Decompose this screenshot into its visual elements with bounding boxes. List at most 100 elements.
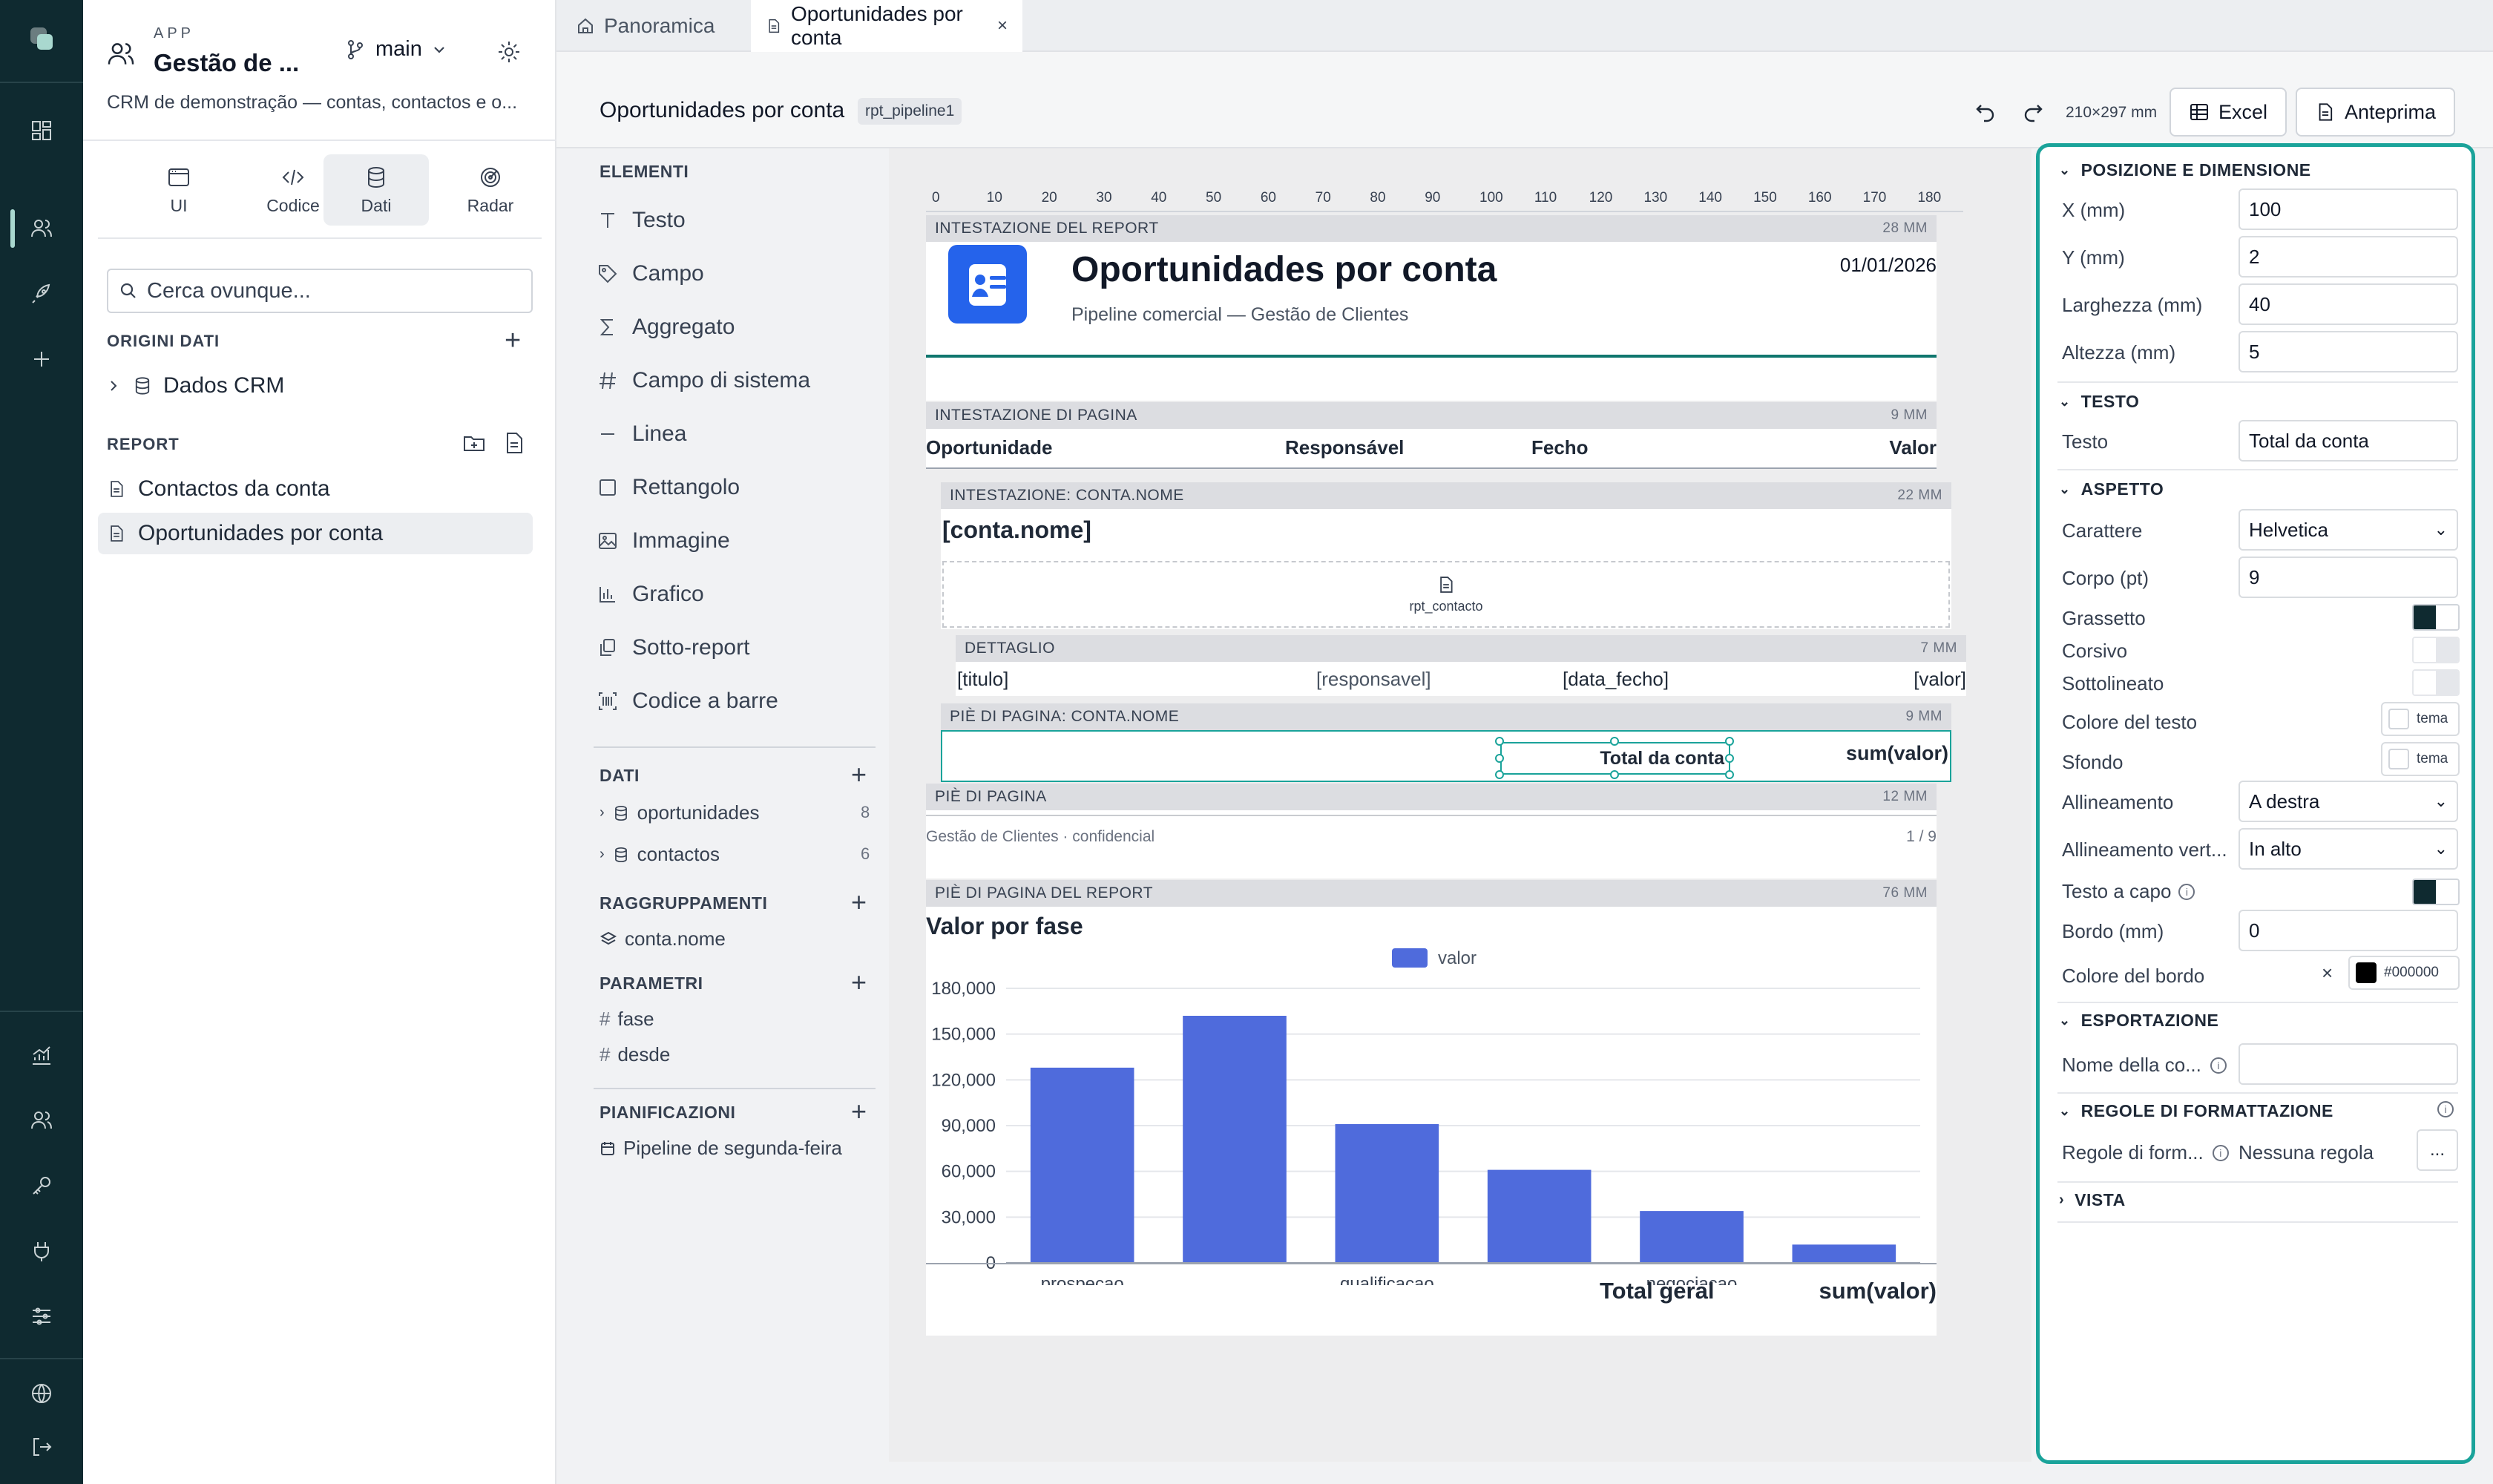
colname-input[interactable] xyxy=(2239,1043,2458,1085)
element-subreport[interactable]: Sotto-report xyxy=(597,635,749,660)
element-barcode[interactable]: Codice a barre xyxy=(597,689,778,714)
dataset-oportunidades[interactable]: › oportunidades xyxy=(600,801,759,824)
subreport-placeholder[interactable]: rpt_contacto xyxy=(942,561,1950,628)
new-folder-icon[interactable] xyxy=(462,430,487,456)
x-input[interactable]: 100 xyxy=(2239,188,2458,230)
rules-edit-button[interactable]: ... xyxy=(2417,1129,2458,1171)
footer-confidential[interactable]: Gestão de Clientes · confidencial xyxy=(926,828,1154,846)
add-param-icon[interactable]: + xyxy=(851,969,867,996)
section-position[interactable]: ⌄ POSIZIONE E DIMENSIONE xyxy=(2059,160,2311,180)
section-format-rules[interactable]: ⌄ REGOLE DI FORMATTAZIONE xyxy=(2059,1101,2333,1121)
italic-toggle[interactable] xyxy=(2412,637,2460,663)
tab-panoramica[interactable]: Panoramica xyxy=(561,0,729,52)
grand-total-value[interactable]: sum(valor) xyxy=(1819,1278,1937,1304)
y-input[interactable]: 2 xyxy=(2239,236,2458,278)
element-system-field[interactable]: Campo di sistema xyxy=(597,368,810,393)
info-icon[interactable]: i xyxy=(2178,883,2195,900)
key-icon[interactable] xyxy=(24,1168,59,1204)
branch-selector[interactable]: main xyxy=(344,37,447,62)
element-aggregate[interactable]: Aggregato xyxy=(597,315,735,340)
col-header-valor[interactable]: Valor xyxy=(1889,436,1937,459)
report-item-contactos[interactable]: Contactos da conta xyxy=(98,468,533,510)
band-group-header[interactable]: INTESTAZIONE: CONTA.NOME 22 MM xyxy=(941,482,1951,509)
align-select[interactable]: A destra ⌄ xyxy=(2239,781,2458,822)
group-item[interactable]: conta.nome xyxy=(600,928,726,951)
app-logo-icon[interactable] xyxy=(24,21,59,56)
undo-icon[interactable] xyxy=(1974,99,1997,123)
element-text[interactable]: Testo xyxy=(597,208,686,233)
excel-button[interactable]: Excel xyxy=(2170,88,2287,137)
schedule-item[interactable]: Pipeline de segunda-feira xyxy=(600,1137,842,1160)
rocket-icon[interactable] xyxy=(24,276,59,312)
redo-icon[interactable] xyxy=(2021,99,2045,123)
info-icon[interactable]: i xyxy=(2437,1101,2454,1117)
add-icon[interactable] xyxy=(24,341,59,377)
analytics-icon[interactable] xyxy=(24,1037,59,1073)
bar-chart[interactable]: valor030,00060,00090,000120,000150,00018… xyxy=(926,936,1937,1285)
element-chart[interactable]: Grafico xyxy=(597,582,704,607)
text-input[interactable]: Total da conta xyxy=(2239,420,2458,462)
field-data-fecho[interactable]: [data_fecho] xyxy=(1563,668,1669,691)
element-rectangle[interactable]: Rettangolo xyxy=(597,475,740,500)
bold-toggle[interactable] xyxy=(2412,604,2460,631)
border-input[interactable]: 0 xyxy=(2239,910,2458,951)
report-subtitle[interactable]: Pipeline comercial — Gestão de Clientes xyxy=(1071,304,1408,326)
data-source-item[interactable]: Dados CRM xyxy=(98,365,533,407)
report-title[interactable]: Oportunidades por conta xyxy=(1071,249,1497,290)
report-item-oportunidades[interactable]: Oportunidades por conta xyxy=(98,513,533,554)
group-total-value[interactable]: sum(valor) xyxy=(1846,742,1948,765)
plug-icon[interactable] xyxy=(24,1233,59,1269)
logout-icon[interactable] xyxy=(24,1429,59,1465)
field-titulo[interactable]: [titulo] xyxy=(957,668,1008,691)
dashboard-icon[interactable] xyxy=(24,113,59,148)
clear-color-icon[interactable]: × xyxy=(2322,962,2333,985)
band-report-footer[interactable]: PIÈ DI PAGINA DEL REPORT 76 MM xyxy=(926,880,1937,907)
grand-total-label[interactable]: Total geral xyxy=(1600,1278,1714,1304)
wrap-toggle[interactable] xyxy=(2412,879,2460,905)
element-image[interactable]: Immagine xyxy=(597,528,730,554)
report-date[interactable]: 01/01/2026 xyxy=(1840,254,1937,277)
valign-select[interactable]: In alto ⌄ xyxy=(2239,828,2458,870)
col-header-oportunidade[interactable]: Oportunidade xyxy=(926,436,1052,459)
info-icon[interactable]: i xyxy=(2210,1057,2227,1074)
section-text[interactable]: ⌄ TESTO xyxy=(2059,392,2139,412)
logo-image[interactable] xyxy=(948,245,1027,324)
users-icon[interactable] xyxy=(24,211,59,246)
footer-page-number[interactable]: 1 / 9 xyxy=(1906,828,1937,846)
bg-color-swatch[interactable]: tema xyxy=(2381,742,2460,776)
band-detail[interactable]: DETTAGLIO 7 MM xyxy=(956,635,1966,662)
settings-gear-icon[interactable] xyxy=(496,39,522,65)
col-header-fecho[interactable]: Fecho xyxy=(1531,436,1589,459)
border-color-swatch[interactable]: #000000 xyxy=(2348,956,2460,990)
info-icon[interactable]: i xyxy=(2212,1144,2229,1161)
param-item[interactable]: # desde xyxy=(600,1043,670,1066)
section-view[interactable]: › VISTA xyxy=(2059,1190,2126,1210)
close-tab-icon[interactable]: × xyxy=(997,16,1008,36)
new-report-icon[interactable] xyxy=(502,430,527,456)
tab-ui[interactable]: UI xyxy=(126,154,231,226)
field-valor[interactable]: [valor] xyxy=(1914,668,1966,691)
font-select[interactable]: Helvetica ⌄ xyxy=(2239,509,2458,551)
add-group-icon[interactable]: + xyxy=(851,889,867,916)
add-dataset-icon[interactable]: + xyxy=(851,761,867,788)
tab-dati[interactable]: Dati xyxy=(323,154,429,226)
height-input[interactable]: 5 xyxy=(2239,331,2458,372)
preview-button[interactable]: Anteprima xyxy=(2296,88,2456,137)
add-schedule-icon[interactable]: + xyxy=(851,1098,867,1125)
param-item[interactable]: # fase xyxy=(600,1008,654,1031)
text-color-swatch[interactable]: tema xyxy=(2381,702,2460,736)
element-line[interactable]: Linea xyxy=(597,421,686,447)
sliders-icon[interactable] xyxy=(24,1298,59,1334)
dataset-contactos[interactable]: › contactos xyxy=(600,843,720,866)
width-input[interactable]: 40 xyxy=(2239,283,2458,325)
search-input[interactable]: Cerca ovunque... xyxy=(107,269,533,313)
band-group-footer[interactable]: PIÈ DI PAGINA: CONTA.NOME 9 MM xyxy=(941,703,1951,730)
tab-oportunidades[interactable]: Oportunidades por conta × xyxy=(751,0,1022,52)
underline-toggle[interactable] xyxy=(2412,669,2460,696)
section-export[interactable]: ⌄ ESPORTAZIONE xyxy=(2059,1011,2218,1031)
globe-icon[interactable] xyxy=(24,1376,59,1411)
size-input[interactable]: 9 xyxy=(2239,556,2458,598)
col-header-responsavel[interactable]: Responsável xyxy=(1285,436,1404,459)
band-page-footer[interactable]: PIÈ DI PAGINA 12 MM xyxy=(926,784,1937,810)
tab-radar[interactable]: Radar xyxy=(438,154,543,226)
